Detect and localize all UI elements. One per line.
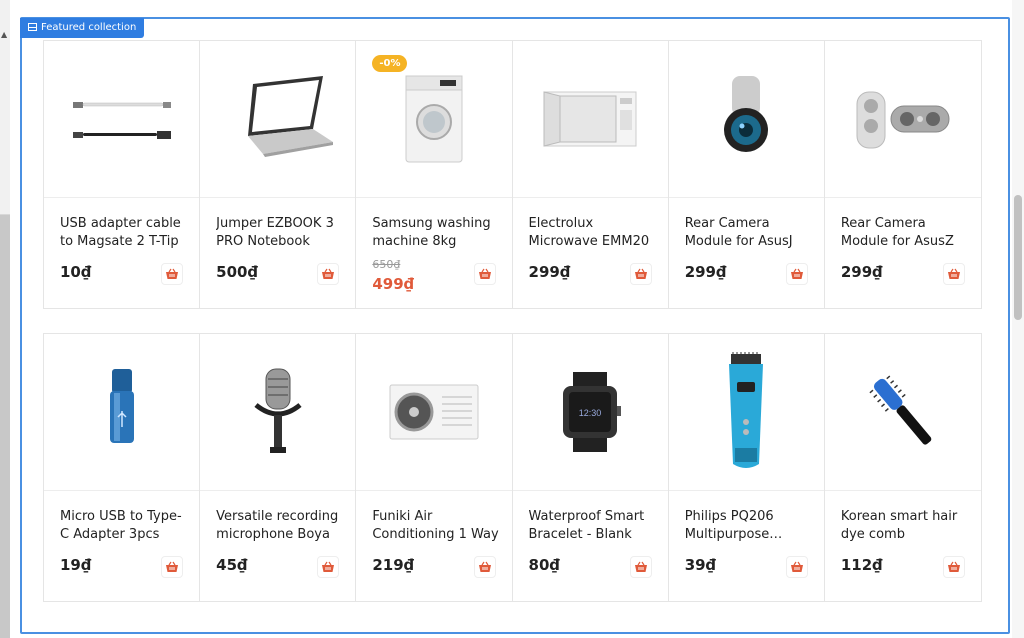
product-image[interactable] bbox=[668, 334, 824, 491]
page-content: Featured collection USB adapter cable to… bbox=[10, 0, 1012, 638]
camera-lens-icon bbox=[724, 76, 769, 152]
product-row-1: USB adapter cable to Magsate 2 T-Tip 10₫… bbox=[43, 40, 982, 309]
laptop-icon bbox=[247, 76, 333, 157]
product-price: 80₫ bbox=[528, 556, 560, 574]
product-image[interactable] bbox=[824, 41, 982, 198]
product-card[interactable]: Jumper EZBOOK 3 PRO Notebook 500₫ bbox=[200, 41, 357, 308]
product-image[interactable] bbox=[824, 334, 982, 491]
product-price: 299₫ bbox=[684, 263, 727, 281]
product-image[interactable] bbox=[668, 41, 824, 198]
air-conditioner-icon bbox=[389, 384, 479, 440]
basket-icon bbox=[634, 268, 647, 279]
product-price: 45₫ bbox=[216, 556, 248, 574]
basket-icon bbox=[948, 268, 961, 279]
product-title[interactable]: Versatile recording microphone Boya bbox=[216, 508, 344, 544]
collection-tag[interactable]: Featured collection bbox=[20, 18, 145, 38]
product-card[interactable]: Rear Camera Module for AsusJ 299₫ bbox=[668, 41, 825, 308]
smartwatch-icon: 12:30 bbox=[563, 372, 622, 452]
product-title[interactable]: Waterproof Smart Bracelet - Blank bbox=[529, 508, 657, 544]
product-price: 10₫ bbox=[60, 263, 92, 281]
product-price: 39₫ bbox=[684, 556, 716, 574]
usb-cable-icon bbox=[72, 102, 171, 139]
product-card[interactable]: -0% Samsung washing machine 8kg 650₫ 499… bbox=[356, 41, 513, 308]
product-card[interactable]: Funiki Air Conditioning 1 Way 219₫ bbox=[356, 334, 513, 601]
product-title[interactable]: Rear Camera Module for AsusZ bbox=[841, 215, 969, 251]
basket-icon bbox=[166, 561, 179, 572]
add-to-cart-button[interactable] bbox=[943, 556, 966, 578]
product-card[interactable]: Electrolux Microwave EMM20 299₫ bbox=[512, 41, 669, 308]
basket-icon bbox=[634, 561, 647, 572]
product-image[interactable]: 12:30 bbox=[512, 334, 668, 491]
add-to-cart-button[interactable] bbox=[629, 556, 652, 578]
product-title[interactable]: USB adapter cable to Magsate 2 T-Tip bbox=[60, 215, 188, 251]
product-card[interactable]: USB adapter cable to Magsate 2 T-Tip 10₫ bbox=[44, 41, 201, 308]
product-title[interactable]: Korean smart hair dye comb bbox=[841, 508, 969, 544]
product-price: 19₫ bbox=[60, 556, 92, 574]
product-title[interactable]: Funiki Air Conditioning 1 Way bbox=[372, 508, 500, 544]
product-image[interactable] bbox=[44, 41, 200, 198]
product-title[interactable]: Philips PQ206 Multipurpose… bbox=[685, 508, 813, 544]
add-to-cart-button[interactable] bbox=[161, 556, 184, 578]
basket-icon bbox=[166, 268, 179, 279]
product-image[interactable] bbox=[200, 334, 356, 491]
hair-clipper-icon bbox=[729, 352, 764, 468]
basket-icon bbox=[790, 561, 803, 572]
product-price: 299₫ bbox=[840, 263, 883, 281]
product-card[interactable]: Versatile recording microphone Boya 45₫ bbox=[200, 334, 357, 601]
add-to-cart-button[interactable] bbox=[629, 263, 652, 285]
product-title[interactable]: Micro USB to Type-C Adapter 3pcs bbox=[60, 508, 188, 544]
camera-module-icon bbox=[856, 91, 950, 149]
right-scrollbar[interactable] bbox=[1012, 0, 1024, 638]
product-title[interactable]: Samsung washing machine 8kg bbox=[372, 215, 500, 251]
product-title[interactable]: Jumper EZBOOK 3 PRO Notebook bbox=[216, 215, 344, 251]
basket-icon bbox=[478, 268, 491, 279]
basket-icon bbox=[790, 268, 803, 279]
collection-tag-label: Featured collection bbox=[41, 22, 137, 33]
add-to-cart-button[interactable] bbox=[317, 556, 340, 578]
product-old-price: 650₫ bbox=[372, 258, 401, 271]
product-price: 500₫ bbox=[216, 263, 258, 281]
product-card[interactable]: Micro USB to Type-C Adapter 3pcs 19₫ bbox=[44, 334, 201, 601]
product-image[interactable] bbox=[356, 334, 512, 491]
washing-machine-icon bbox=[405, 75, 463, 163]
product-card[interactable]: Korean smart hair dye comb 112₫ bbox=[824, 334, 982, 601]
product-price: 219₫ bbox=[372, 556, 415, 574]
basket-icon bbox=[948, 561, 961, 572]
basket-icon bbox=[322, 268, 335, 279]
microwave-icon bbox=[543, 91, 637, 147]
add-to-cart-button[interactable] bbox=[943, 263, 966, 285]
add-to-cart-button[interactable] bbox=[785, 556, 808, 578]
product-price: 299₫ bbox=[528, 263, 571, 281]
hair-comb-icon bbox=[869, 375, 932, 445]
usb-adapter-icon bbox=[109, 369, 134, 443]
basket-icon bbox=[478, 561, 491, 572]
microphone-icon bbox=[254, 368, 302, 453]
product-row-2: Micro USB to Type-C Adapter 3pcs 19₫ Ver… bbox=[43, 333, 982, 602]
add-to-cart-button[interactable] bbox=[161, 263, 184, 285]
add-to-cart-button[interactable] bbox=[785, 263, 808, 285]
section-icon bbox=[28, 23, 37, 31]
add-to-cart-button[interactable] bbox=[317, 263, 340, 285]
add-to-cart-button[interactable] bbox=[473, 556, 496, 578]
product-image[interactable] bbox=[200, 41, 356, 198]
basket-icon bbox=[322, 561, 335, 572]
product-card[interactable]: Philips PQ206 Multipurpose… 39₫ bbox=[668, 334, 825, 601]
svg-text:12:30: 12:30 bbox=[579, 408, 602, 418]
discount-badge: -0% bbox=[372, 55, 408, 72]
scroll-up-arrow-icon[interactable]: ▲ bbox=[1, 30, 7, 39]
add-to-cart-button[interactable] bbox=[473, 263, 496, 285]
product-price: 112₫ bbox=[840, 556, 883, 574]
product-title[interactable]: Rear Camera Module for AsusJ bbox=[685, 215, 813, 251]
product-card[interactable]: Rear Camera Module for AsusZ 299₫ bbox=[824, 41, 982, 308]
left-scrollbar[interactable]: ▲ bbox=[0, 0, 10, 638]
product-card[interactable]: 12:30 Waterproof Smart Bracelet - Blank … bbox=[512, 334, 669, 601]
product-image[interactable] bbox=[44, 334, 200, 491]
product-image[interactable] bbox=[512, 41, 668, 198]
product-title[interactable]: Electrolux Microwave EMM20 bbox=[529, 215, 657, 251]
product-sale-price: 499₫ bbox=[372, 275, 415, 293]
right-scrollbar-thumb[interactable] bbox=[1014, 195, 1022, 320]
